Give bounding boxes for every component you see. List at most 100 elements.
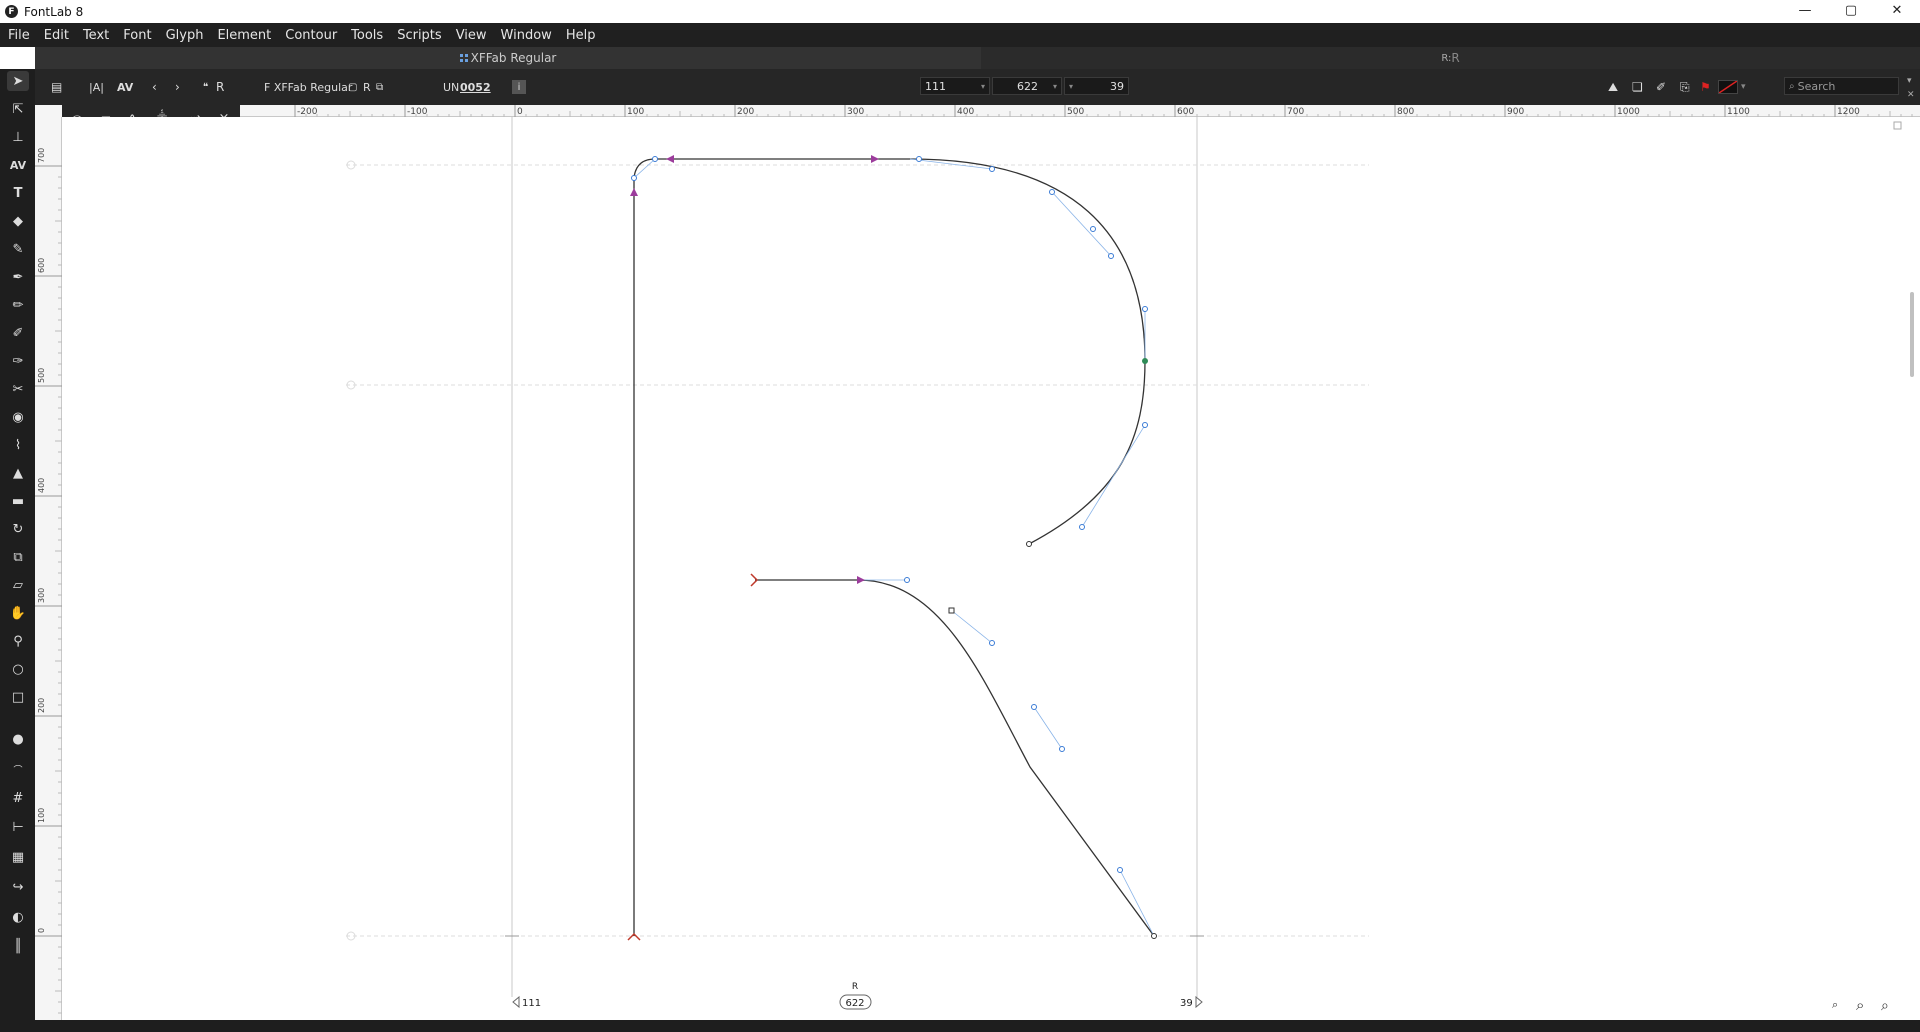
ruler-label: 400 <box>37 478 46 493</box>
sidebar-toggle-icon[interactable]: ▤ <box>51 77 62 97</box>
tab-font-window[interactable]: XFFab Regular <box>35 47 981 69</box>
start-node-stem[interactable] <box>627 932 641 941</box>
menu-text[interactable]: Text <box>76 28 116 43</box>
bowl-end-node[interactable] <box>1026 541 1032 547</box>
pencil-tool-icon[interactable]: ✏ <box>7 295 29 315</box>
power-nib-tool-icon[interactable]: ✑ <box>7 351 29 371</box>
rsb-arrow-icon[interactable] <box>1195 995 1203 1009</box>
horizontal-ruler[interactable]: -200 -100 0 100 200 300 400 500 600 700 800 900 1000… <box>240 105 1920 117</box>
hand-tool-icon[interactable]: ✋ <box>7 603 29 623</box>
next-glyph-icon[interactable]: › <box>175 77 180 97</box>
nodes-mode-icon[interactable]: ● <box>7 729 29 749</box>
start-node-leg[interactable] <box>750 573 759 587</box>
maximize-button[interactable]: ▢ <box>1828 0 1874 21</box>
leg-end-node[interactable] <box>1151 933 1157 939</box>
rsb-field[interactable]: ▾ 39 <box>1064 77 1129 95</box>
menu-font[interactable]: Font <box>116 28 158 43</box>
components-icon[interactable]: ❏ <box>1632 77 1643 97</box>
menu-file[interactable]: File <box>0 28 37 43</box>
width-value: 622 <box>1017 79 1038 93</box>
font-name-label[interactable]: F XFFab Regular <box>264 77 352 97</box>
text-mode-icon[interactable]: |A| <box>89 77 104 97</box>
zoom-out-icon[interactable]: ⌕ <box>1832 998 1838 1011</box>
curve-nodes[interactable] <box>631 156 1148 873</box>
menu-window[interactable]: Window <box>494 28 559 43</box>
unicode-value[interactable]: 0052 <box>460 77 491 97</box>
preview-toggle-icon[interactable]: ◐ <box>7 907 29 927</box>
eraser-round-tool-icon[interactable]: ◉ <box>7 407 29 427</box>
kerning-mode-icon[interactable]: AV <box>117 77 133 97</box>
fill-tool-icon[interactable]: ▲ <box>7 463 29 483</box>
flag-icon[interactable]: ⚑ <box>1700 77 1711 97</box>
toolbar-close-icon[interactable]: ✕ <box>1907 85 1915 105</box>
menu-view[interactable]: View <box>449 28 494 43</box>
glyph-copy-icon[interactable]: ⧉ <box>376 77 383 97</box>
rapid-tool-icon[interactable]: ✐ <box>7 323 29 343</box>
ellipse-tool-icon[interactable]: ○ <box>7 659 29 679</box>
rotate-tool-icon[interactable]: ↻ <box>7 519 29 539</box>
menu-tools[interactable]: Tools <box>344 28 390 43</box>
coordinates-toggle-icon[interactable]: ⌒ <box>7 759 29 779</box>
metrics-tool-icon[interactable]: ⊥ <box>7 127 29 147</box>
glyph-history-icon[interactable]: ❝ <box>203 77 208 97</box>
rsb-readout[interactable]: 39 <box>1180 998 1193 1009</box>
lsb-arrow-icon[interactable] <box>512 995 520 1009</box>
color-swatch[interactable] <box>1718 80 1738 94</box>
canvas-corner-icon[interactable] <box>1893 121 1902 130</box>
glyph-name-readout: R <box>852 982 858 992</box>
zoom-selection-icon[interactable]: ⌕ <box>1881 998 1889 1014</box>
glyph-info-badge[interactable]: i <box>512 80 526 94</box>
search-field[interactable]: ⌕ Search <box>1784 77 1899 95</box>
zoom-fit-icon[interactable]: ⌕ <box>1856 996 1864 1014</box>
close-button[interactable]: ✕ <box>1874 0 1920 21</box>
lsb-field[interactable]: 111 ▾ <box>920 77 990 95</box>
minimize-button[interactable]: — <box>1782 0 1828 21</box>
ruler-label: 600 <box>37 258 46 273</box>
grid-toggle-icon[interactable]: # <box>7 788 29 808</box>
fill-preview-icon[interactable]: ✐ <box>1656 77 1666 97</box>
menu-edit[interactable]: Edit <box>37 28 76 43</box>
width-dropdown-icon[interactable]: ▾ <box>1053 82 1057 91</box>
glyph-canvas-svg[interactable]: 111 R 622 39 ⌕ ⌕ ⌕ <box>62 117 1913 1020</box>
stripes-toggle-icon[interactable]: ║ <box>7 936 29 956</box>
knife-tool-icon[interactable]: ✂ <box>7 379 29 399</box>
ruler-tool-icon[interactable]: ▬ <box>7 491 29 511</box>
corner-node[interactable] <box>948 607 955 614</box>
menu-element[interactable]: Element <box>210 28 278 43</box>
slant-tool-icon[interactable]: ▱ <box>7 575 29 595</box>
menu-help[interactable]: Help <box>559 28 603 43</box>
lsb-readout[interactable]: 111 <box>522 998 541 1009</box>
rsb-dropdown-icon[interactable]: ▾ <box>1069 82 1073 91</box>
guides-toggle-icon[interactable]: ⊢ <box>7 817 29 837</box>
element-tool-icon[interactable]: ⇱ <box>7 99 29 119</box>
vertical-scrollbar[interactable] <box>1910 292 1914 377</box>
eyedropper-tool-icon[interactable]: ⚲ <box>7 631 29 651</box>
lsb-dropdown-icon[interactable]: ▾ <box>981 82 985 91</box>
vertical-ruler[interactable]: 700 600 500 400 300 200 100 0 <box>35 117 62 1020</box>
brush-tool-icon[interactable]: ✎ <box>7 239 29 259</box>
menu-scripts[interactable]: Scripts <box>390 28 448 43</box>
tab-glyph-window[interactable]: R: R <box>981 47 1920 69</box>
color-dropdown-icon[interactable]: ▾ <box>1741 77 1746 97</box>
text-tool-icon[interactable]: T <box>7 183 29 203</box>
width-field[interactable]: 622 ▾ <box>992 77 1062 95</box>
menu-contour[interactable]: Contour <box>278 28 344 43</box>
pixel-grid-icon[interactable]: ▦ <box>7 847 29 867</box>
previous-glyph-icon[interactable]: ‹ <box>152 77 157 97</box>
rectangle-tool-icon[interactable]: □ <box>7 687 29 707</box>
snap-toggle-icon[interactable]: ↪ <box>7 877 29 897</box>
layers-icon[interactable]: ⛰ <box>1608 77 1618 97</box>
pen-tool-icon[interactable]: ✒ <box>7 267 29 287</box>
contour-tool-icon[interactable]: ➤ <box>7 71 29 91</box>
glyph-contour-leg[interactable] <box>755 579 1155 937</box>
export-icon[interactable]: ⎘ <box>1680 77 1690 97</box>
eraser-tool-icon[interactable]: ◆ <box>7 211 29 231</box>
glyph-canvas[interactable]: 111 R 622 39 ⌕ ⌕ ⌕ <box>62 117 1913 1020</box>
width-readout[interactable]: 622 <box>845 998 864 1009</box>
selected-smooth-node[interactable] <box>1142 358 1148 364</box>
kerning-tool-icon[interactable]: AV <box>7 155 29 175</box>
scale-tool-icon[interactable]: ⧉ <box>7 547 29 567</box>
ruler-label: 200 <box>37 698 46 713</box>
menu-glyph[interactable]: Glyph <box>159 28 211 43</box>
scissors-tool-icon[interactable]: ⌇ <box>7 435 29 455</box>
